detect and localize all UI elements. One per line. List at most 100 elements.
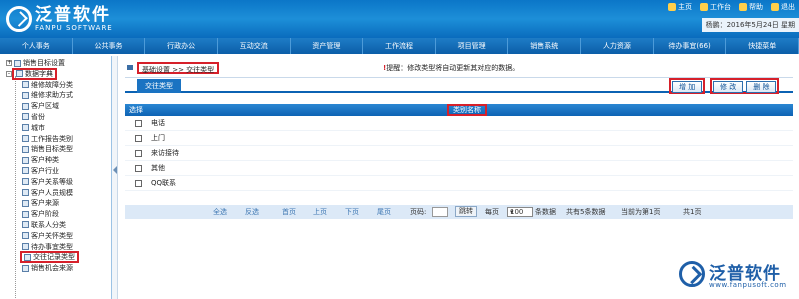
expand-icon[interactable]: + bbox=[6, 60, 12, 66]
menu-projects[interactable]: 项目管理 bbox=[436, 38, 509, 54]
row-name[interactable]: 电话 bbox=[151, 116, 165, 131]
top-link-workbench[interactable]: 工作台 bbox=[700, 2, 731, 12]
sidebar-item[interactable]: 客户人员规模 bbox=[0, 188, 111, 199]
row-name[interactable]: 其他 bbox=[151, 161, 165, 176]
page-icon bbox=[22, 210, 29, 218]
delete-button[interactable]: 删 除 bbox=[746, 81, 777, 93]
jump-button[interactable]: 跳转 bbox=[455, 206, 477, 217]
page-icon bbox=[22, 81, 29, 89]
logo-mark-icon bbox=[6, 6, 32, 32]
per-page-select[interactable]: 100 ▾ bbox=[507, 207, 533, 217]
sidebar-item[interactable]: 客户行业 bbox=[0, 166, 111, 177]
sidebar-item[interactable]: 客户关系等级 bbox=[0, 177, 111, 188]
page-icon bbox=[22, 243, 29, 251]
logo-subtitle: FANPU SOFTWARE bbox=[35, 23, 113, 32]
current-page: 当前为第1页 bbox=[621, 208, 661, 216]
page-icon bbox=[22, 167, 29, 175]
tab-contact-type[interactable]: 交往类型 bbox=[137, 79, 181, 93]
workbench-icon bbox=[700, 3, 708, 11]
menu-workflow[interactable]: 工作流程 bbox=[363, 38, 436, 54]
prev-page-link[interactable]: 上页 bbox=[313, 205, 327, 219]
page-icon bbox=[22, 221, 29, 229]
sidebar-tree: + 销售目标设置 - 数据字典 维修故障分类 维修求助方式 客户区域 省份 城市 工… bbox=[0, 56, 112, 299]
per-page-unit: 条数据 bbox=[535, 208, 556, 216]
row-checkbox[interactable] bbox=[135, 120, 142, 127]
sidebar-item[interactable]: 工作报告类别 bbox=[0, 134, 111, 145]
menu-assets[interactable]: 资产管理 bbox=[291, 38, 364, 54]
grid-header: 选择 类别名称 bbox=[125, 104, 793, 116]
invert-selection-link[interactable]: 反选 bbox=[245, 205, 259, 219]
sidebar-item[interactable]: 销售机会来源 bbox=[0, 263, 111, 274]
first-page-link[interactable]: 首页 bbox=[282, 205, 296, 219]
table-row: 其他 bbox=[125, 161, 793, 176]
top-link-help[interactable]: 帮助 bbox=[739, 2, 763, 12]
row-name[interactable]: 上门 bbox=[151, 131, 165, 146]
select-all-link[interactable]: 全选 bbox=[213, 205, 227, 219]
tree-folder-dictionary[interactable]: - 数据字典 bbox=[0, 67, 111, 80]
page-icon bbox=[22, 145, 29, 153]
top-link-home[interactable]: 主页 bbox=[668, 2, 692, 12]
menu-hr[interactable]: 人力资源 bbox=[581, 38, 654, 54]
menu-personal[interactable]: 个人事务 bbox=[0, 38, 73, 54]
sidebar-item[interactable]: 销售目标类型 bbox=[0, 144, 111, 155]
sidebar-item[interactable]: 客户区域 bbox=[0, 101, 111, 112]
table-row: QQ联系 bbox=[125, 176, 793, 191]
row-checkbox[interactable] bbox=[135, 165, 142, 172]
top-link-logout[interactable]: 退出 bbox=[771, 2, 795, 12]
page-icon bbox=[22, 156, 29, 164]
menu-interaction[interactable]: 互动交流 bbox=[218, 38, 291, 54]
row-name[interactable]: QQ联系 bbox=[151, 176, 176, 191]
page-number-input[interactable] bbox=[432, 207, 448, 217]
page-icon bbox=[22, 135, 29, 143]
sidebar-item[interactable]: 待办事宜类型 bbox=[0, 242, 111, 253]
user-date-bar: 杨鹏：2016年5月24日 星期 bbox=[701, 18, 799, 32]
page-icon bbox=[22, 124, 29, 132]
menu-public[interactable]: 公共事务 bbox=[73, 38, 146, 54]
row-checkbox[interactable] bbox=[135, 180, 142, 187]
sidebar-item[interactable]: 客户阶段 bbox=[0, 209, 111, 220]
row-checkbox[interactable] bbox=[135, 135, 142, 142]
logout-icon bbox=[771, 3, 779, 11]
menu-sales[interactable]: 销售系统 bbox=[508, 38, 582, 54]
page-icon bbox=[22, 178, 29, 186]
column-select: 选择 bbox=[129, 106, 143, 114]
folder-icon bbox=[16, 70, 23, 78]
add-button-group: 增 加 bbox=[669, 78, 706, 94]
last-page-link[interactable]: 尾页 bbox=[377, 205, 391, 219]
page-icon bbox=[22, 189, 29, 197]
sidebar-item[interactable]: 客户种类 bbox=[0, 155, 111, 166]
page-icon bbox=[22, 264, 29, 272]
sidebar-item[interactable]: 客户关怀类型 bbox=[0, 231, 111, 242]
menu-admin[interactable]: 行政办公 bbox=[145, 38, 218, 54]
next-page-link[interactable]: 下页 bbox=[345, 205, 359, 219]
table-row: 上门 bbox=[125, 131, 793, 146]
sidebar-item[interactable]: 省份 bbox=[0, 112, 111, 123]
table-row: 来访接待 bbox=[125, 146, 793, 161]
sidebar-item[interactable]: 客户来源 bbox=[0, 198, 111, 209]
edit-button[interactable]: 修 改 bbox=[713, 81, 744, 93]
logo-title: 泛普软件 bbox=[35, 4, 111, 25]
help-icon bbox=[739, 3, 747, 11]
edit-delete-button-group: 修 改 删 除 bbox=[710, 78, 780, 94]
sidebar-collapse-handle[interactable] bbox=[112, 56, 118, 299]
data-grid: 选择 类别名称 电话 上门 来访接待 其他 QQ联系 bbox=[125, 104, 793, 191]
sidebar-item[interactable]: 维修求助方式 bbox=[0, 90, 111, 101]
tree-item-sales-target[interactable]: + 销售目标设置 bbox=[0, 58, 111, 69]
collapse-icon[interactable]: - bbox=[6, 70, 12, 77]
per-page-label: 每页 bbox=[485, 208, 499, 216]
menu-todo[interactable]: 待办事宜(66) bbox=[654, 38, 727, 54]
row-name[interactable]: 来访接待 bbox=[151, 146, 179, 161]
add-button[interactable]: 增 加 bbox=[672, 81, 703, 93]
row-checkbox[interactable] bbox=[135, 150, 142, 157]
breadcrumb-icon bbox=[127, 65, 133, 70]
sidebar-item-contact-record-type[interactable]: 交往记录类型 bbox=[0, 251, 111, 264]
breadcrumb: 基础设置 >> 交往类型 bbox=[137, 62, 220, 74]
menu-shortcuts[interactable]: 快捷菜单 bbox=[726, 38, 799, 54]
page-icon bbox=[24, 253, 31, 261]
page-icon bbox=[22, 102, 29, 110]
sidebar-item[interactable]: 联系人分类 bbox=[0, 220, 111, 231]
breadcrumb-bar: 基础设置 >> 交往类型 !提醒：修改类型将自动更新其对应的数据。 bbox=[125, 58, 793, 78]
sidebar-item[interactable]: 城市 bbox=[0, 123, 111, 134]
sidebar-item[interactable]: 维修故障分类 bbox=[0, 80, 111, 91]
table-row: 电话 bbox=[125, 116, 793, 131]
